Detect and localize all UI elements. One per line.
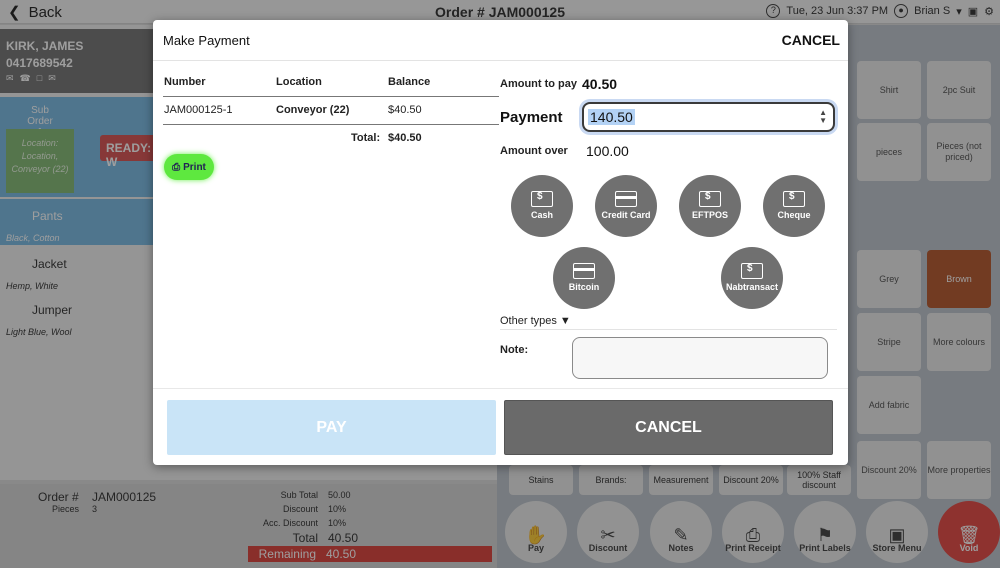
divider xyxy=(153,60,848,61)
amount-to-pay-label: Amount to pay xyxy=(500,78,577,90)
nabtransact-method-button[interactable]: Nabtransact xyxy=(721,247,783,309)
cell-location: Conveyor (22) xyxy=(276,104,350,116)
credit-card-icon xyxy=(615,191,637,207)
cheque-method-button[interactable]: Cheque xyxy=(763,175,825,237)
note-label: Note: xyxy=(500,344,529,356)
column-header-location: Location xyxy=(276,76,322,88)
cancel-link[interactable]: CANCEL xyxy=(782,32,840,48)
make-payment-dialog: Make Payment CANCEL Number Location Bala… xyxy=(153,20,848,465)
divider xyxy=(500,329,837,330)
cheque-icon xyxy=(783,191,805,207)
print-button[interactable]: ⎙ Print xyxy=(164,154,214,180)
column-header-balance: Balance xyxy=(388,76,431,88)
eftpos-icon xyxy=(699,191,721,207)
divider xyxy=(163,124,499,125)
total-label: Total: xyxy=(351,132,381,144)
total-value: $40.50 xyxy=(388,132,422,144)
cell-number: JAM000125-1 xyxy=(164,104,233,116)
column-header-number: Number xyxy=(164,76,206,88)
note-input[interactable] xyxy=(572,337,828,379)
credit-card-method-button[interactable]: Credit Card xyxy=(595,175,657,237)
caret-down-icon: ▼ xyxy=(559,315,571,327)
printer-icon: ⎙ xyxy=(172,161,181,173)
eftpos-method-button[interactable]: EFTPOS xyxy=(679,175,741,237)
payment-input[interactable]: 140.50 ▲ ▼ xyxy=(582,102,835,132)
amount-over-value: 100.00 xyxy=(586,143,629,159)
amount-over-label: Amount over xyxy=(500,145,568,157)
stepper-icon[interactable]: ▲ ▼ xyxy=(819,109,827,125)
payment-value: 140.50 xyxy=(588,109,635,125)
cash-method-button[interactable]: Cash xyxy=(511,175,573,237)
nabtransact-icon xyxy=(741,263,763,279)
cash-icon xyxy=(531,191,553,207)
divider xyxy=(153,388,848,389)
bitcoin-method-button[interactable]: Bitcoin xyxy=(553,247,615,309)
bitcoin-icon xyxy=(573,263,595,279)
cancel-button[interactable]: CANCEL xyxy=(504,400,833,455)
pay-button[interactable]: PAY xyxy=(167,400,496,455)
amount-to-pay-value: 40.50 xyxy=(582,76,618,92)
cell-balance: $40.50 xyxy=(388,104,422,116)
other-types-dropdown[interactable]: Other types ▼ xyxy=(500,315,571,327)
payment-label: Payment xyxy=(500,109,563,126)
dialog-title: Make Payment xyxy=(163,33,250,48)
divider xyxy=(163,96,499,97)
